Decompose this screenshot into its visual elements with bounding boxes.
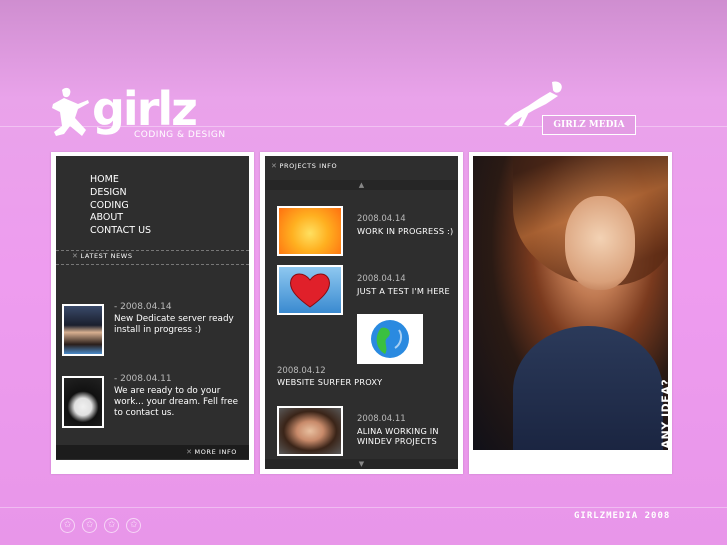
project-thumbnail[interactable]	[277, 265, 343, 315]
close-x-icon: ✕	[186, 448, 193, 456]
star-icon[interactable]: ✩	[126, 518, 142, 533]
main-nav: HOME DESIGN CODING ABOUT CONTACT US	[90, 174, 151, 238]
dancer-silhouette-icon	[52, 87, 89, 136]
portrait-photo: ANY IDEA?	[473, 156, 668, 450]
star-icon[interactable]: ✩	[104, 518, 120, 533]
project-title[interactable]: ALINA WORKING IN WINDEV PROJECTS	[357, 426, 457, 446]
footer-copyright: GIRLZMEDIA 2008	[574, 511, 671, 521]
any-idea-link[interactable]: ANY IDEA?	[656, 356, 669, 450]
nav-item-design[interactable]: DESIGN	[90, 187, 151, 200]
rating-stars: ✩ ✩ ✩ ✩	[60, 512, 143, 533]
projects-title-wrap: ✕ PROJECTS INFO	[271, 162, 337, 170]
any-idea-label: ANY IDEA?	[659, 378, 669, 449]
project-thumbnail[interactable]	[277, 406, 343, 456]
project-date: 2008.04.11	[357, 414, 406, 424]
project-date: 2008.04.14	[357, 214, 406, 224]
news-thumbnail	[62, 376, 104, 428]
latest-news-header: ✕ LATEST NEWS	[56, 250, 249, 265]
latest-news-title-wrap: ✕ LATEST NEWS	[72, 252, 133, 260]
scroll-down-button[interactable]: ▼	[265, 459, 458, 469]
news-item[interactable]: - 2008.04.11 We are ready to do your wor…	[62, 374, 242, 430]
projects-panel: ✕ PROJECTS INFO ▲ 2008.04.14 WORK IN PROG…	[260, 152, 463, 474]
more-info-link[interactable]: ✕ MORE INFO	[186, 448, 237, 456]
photo-panel: ANY IDEA?	[469, 152, 672, 474]
star-icon[interactable]: ✩	[60, 518, 75, 533]
logo-wordmark: girlz	[92, 82, 198, 136]
site-logo[interactable]: girlz CODING & DESIGN	[48, 82, 228, 146]
nav-item-contact[interactable]: CONTACT US	[90, 225, 151, 238]
logo-tagline: CODING & DESIGN	[134, 130, 226, 140]
project-title[interactable]: WORK IN PROGRESS :)	[357, 226, 457, 236]
project-title[interactable]: WEBSITE SURFER PROXY	[277, 377, 447, 387]
more-info-bar: ✕ MORE INFO	[56, 445, 249, 459]
latest-news-title: LATEST NEWS	[80, 252, 133, 260]
more-info-label: MORE INFO	[194, 448, 237, 456]
project-title[interactable]: JUST A TEST I'M HERE	[357, 286, 457, 296]
project-date: 2008.04.14	[357, 274, 406, 284]
close-x-icon: ✕	[271, 162, 278, 170]
projects-title: PROJECTS INFO	[279, 162, 338, 170]
projects-header: ✕ PROJECTS INFO	[265, 156, 458, 176]
nav-item-home[interactable]: HOME	[90, 174, 151, 187]
heart-icon	[290, 273, 330, 308]
star-icon[interactable]: ✩	[82, 518, 98, 533]
globe-icon	[371, 320, 409, 358]
news-date: - 2008.04.14	[114, 302, 172, 312]
project-thumbnail[interactable]	[357, 314, 423, 364]
news-item[interactable]: - 2008.04.14 New Dedicate server ready i…	[62, 302, 242, 358]
close-x-icon: ✕	[72, 252, 79, 260]
nav-item-about[interactable]: ABOUT	[90, 212, 151, 225]
projects-panel-body: ✕ PROJECTS INFO ▲ 2008.04.14 WORK IN PROG…	[265, 156, 458, 469]
project-date: 2008.04.12	[277, 366, 326, 376]
news-text: New Dedicate server ready install in pro…	[114, 314, 234, 335]
news-date: - 2008.04.11	[114, 374, 172, 384]
brand-label[interactable]: GIRLZ MEDIA	[542, 115, 636, 135]
news-text: We are ready to do your work... your dre…	[114, 386, 239, 418]
nav-news-panel: HOME DESIGN CODING ABOUT CONTACT US ✕ LAT…	[51, 152, 254, 474]
project-thumbnail[interactable]	[277, 206, 343, 256]
footer-rule	[0, 507, 727, 508]
news-thumbnail	[62, 304, 104, 356]
scroll-up-button[interactable]: ▲	[265, 180, 458, 190]
nav-news-panel-body: HOME DESIGN CODING ABOUT CONTACT US ✕ LAT…	[56, 156, 249, 460]
nav-item-coding[interactable]: CODING	[90, 200, 151, 213]
